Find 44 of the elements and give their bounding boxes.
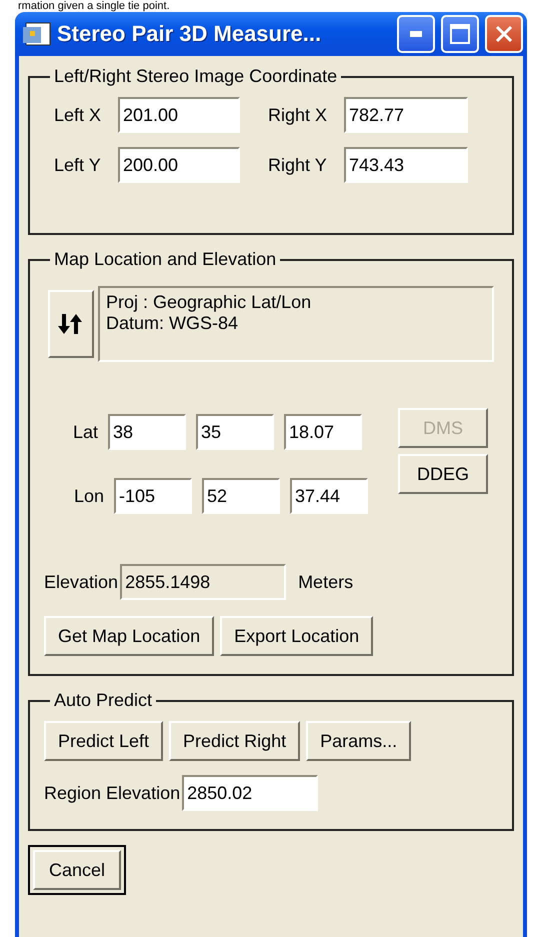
- projection-text: Proj : Geographic Lat/Lon: [106, 292, 312, 313]
- coordinate-field[interactable]: -105: [114, 478, 192, 514]
- text-field[interactable]: 782.77: [344, 97, 468, 133]
- field-label: Right Y: [268, 154, 328, 176]
- coordinate-field[interactable]: 38: [108, 414, 186, 450]
- unit-label: Meters: [298, 572, 354, 592]
- region-elevation-label: Region Elevation: [44, 782, 180, 804]
- field-label: Left X: [54, 104, 102, 126]
- predict-button[interactable]: Predict Left: [44, 721, 164, 761]
- close-button[interactable]: [485, 15, 523, 53]
- field-label: Right X: [268, 104, 328, 126]
- text-field[interactable]: 201.00: [118, 97, 240, 133]
- swap-button[interactable]: [48, 290, 94, 358]
- caption-text: rmation given a single tie point.: [18, 0, 170, 12]
- maximize-button[interactable]: [441, 15, 479, 53]
- window-title: Stereo Pair 3D Measure...: [57, 21, 322, 47]
- text-field[interactable]: 200.00: [118, 147, 240, 183]
- predict-button[interactable]: Params...: [306, 721, 412, 761]
- coordinate-label: Lon: [72, 486, 104, 506]
- coordinate-field[interactable]: 35: [196, 414, 274, 450]
- close-icon: [495, 25, 513, 43]
- coordinate-label: Lat: [72, 422, 98, 442]
- group-title: Map Location and Elevation: [53, 249, 278, 270]
- group-title: Left/Right Stereo Image Coordinate: [53, 66, 338, 87]
- action-button[interactable]: Export Location: [220, 616, 374, 656]
- elevation-label: Elevation: [44, 572, 118, 592]
- minimize-button[interactable]: [397, 15, 435, 53]
- region-elevation-field[interactable]: 2850.02: [182, 775, 318, 811]
- coordinate-field[interactable]: 18.07: [284, 414, 362, 450]
- minimize-icon: [410, 31, 422, 37]
- group-title: Auto Predict: [53, 690, 154, 711]
- maximize-icon: [450, 24, 470, 44]
- predict-button[interactable]: Predict Right: [169, 721, 300, 761]
- elevation-field[interactable]: 2855.1498: [120, 564, 286, 600]
- coordinate-field[interactable]: 52: [202, 478, 280, 514]
- field-label: Left Y: [54, 154, 102, 176]
- coordinate-field[interactable]: 37.44: [290, 478, 368, 514]
- cancel-button[interactable]: Cancel: [33, 850, 122, 890]
- format-button[interactable]: DDEG: [398, 454, 488, 494]
- action-button[interactable]: Get Map Location: [44, 616, 214, 656]
- app-icon: [23, 21, 51, 47]
- swap-arrows-icon: [58, 312, 84, 336]
- text-field[interactable]: 743.43: [344, 147, 468, 183]
- projection-text: Datum: WGS-84: [106, 313, 240, 334]
